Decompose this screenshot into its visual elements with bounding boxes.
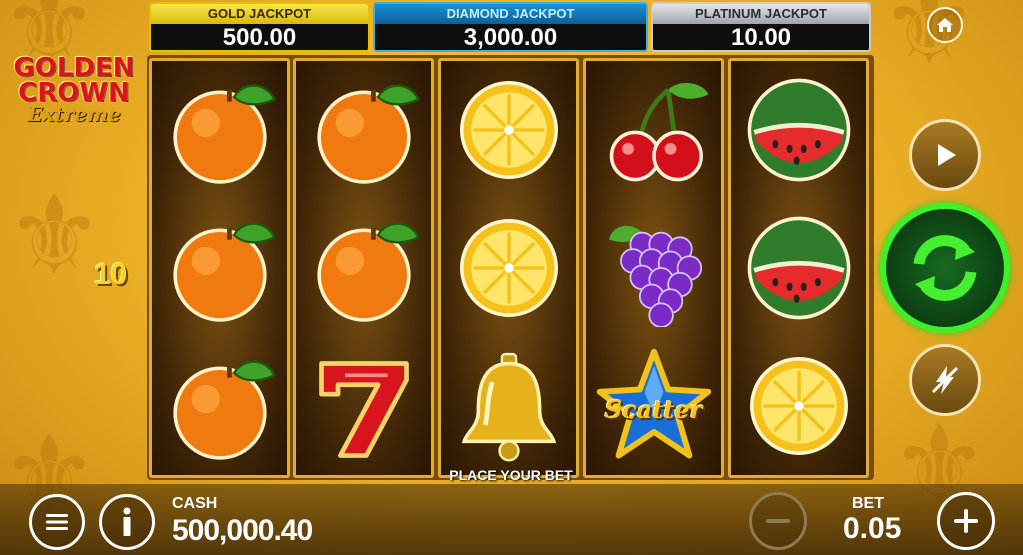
reel-5	[728, 58, 869, 478]
hamburger-icon	[46, 514, 68, 530]
home-icon	[937, 18, 953, 32]
minus-icon	[766, 519, 790, 523]
fleur-de-lis-icon: ⚜	[880, 0, 979, 89]
gold-jackpot: GOLD JACKPOT 500.00	[149, 2, 370, 52]
watermelon-icon	[747, 216, 850, 320]
reel-symbol	[152, 61, 287, 199]
info-icon	[123, 507, 131, 536]
reel-4: Scatter	[583, 58, 724, 478]
diamond-jackpot: DIAMOND JACKPOT 3,000.00	[373, 2, 648, 52]
reel-3	[438, 58, 579, 478]
fleur-de-lis-icon: ⚜	[5, 171, 104, 299]
reel-symbol	[152, 337, 287, 475]
play-icon	[938, 144, 956, 166]
reel-symbol	[296, 199, 431, 337]
lemon-icon	[459, 219, 558, 317]
orange-icon	[316, 222, 420, 322]
cherry-icon	[609, 83, 708, 182]
reel-symbol: Scatter	[586, 337, 721, 475]
scatter-label: Scatter	[604, 395, 703, 424]
bet-value: 0.05	[843, 512, 902, 545]
reel-symbol	[296, 337, 431, 475]
orange-icon	[316, 84, 420, 184]
reel-symbol	[731, 199, 866, 337]
platinum-jackpot-title: PLATINUM JACKPOT	[653, 4, 869, 24]
game-logo: GOLDEN CROWN Extreme	[3, 55, 145, 126]
plus-icon	[954, 509, 978, 533]
lemon-icon	[459, 81, 558, 179]
diamond-jackpot-title: DIAMOND JACKPOT	[375, 4, 646, 24]
orange-icon	[172, 84, 276, 184]
reel-symbol	[441, 199, 576, 337]
reel-symbol	[586, 199, 721, 337]
spin-arrows-icon	[913, 235, 977, 301]
bet-label: BET	[852, 495, 884, 512]
seven-icon	[318, 361, 409, 458]
reel-symbol	[296, 61, 431, 199]
reel-symbol	[441, 337, 576, 475]
reel-symbol	[731, 337, 866, 475]
decrease-bet-button[interactable]	[749, 492, 807, 550]
gold-jackpot-title: GOLD JACKPOT	[151, 4, 368, 24]
grapes-icon	[608, 225, 702, 327]
increase-bet-button[interactable]	[937, 492, 995, 550]
reel-symbol	[731, 61, 866, 199]
orange-icon	[172, 222, 276, 322]
turbo-button[interactable]	[909, 344, 981, 416]
reel-symbol	[152, 199, 287, 337]
menu-button[interactable]	[29, 494, 85, 550]
reel-symbol	[586, 61, 721, 199]
home-button[interactable]	[927, 7, 963, 43]
watermelon-icon	[747, 78, 850, 182]
reel-2	[293, 58, 434, 478]
platinum-jackpot: PLATINUM JACKPOT 10.00	[651, 2, 871, 52]
spin-button[interactable]	[880, 203, 1010, 333]
reel-1	[149, 58, 290, 478]
autoplay-button[interactable]	[909, 119, 981, 191]
bell-icon	[461, 352, 556, 462]
info-button[interactable]	[99, 494, 155, 550]
status-message: PLACE YOUR BET	[449, 467, 573, 483]
gold-jackpot-value: 500.00	[151, 24, 368, 50]
reel-symbol	[441, 61, 576, 199]
cash-value: 500,000.40	[172, 514, 313, 547]
diamond-jackpot-value: 3,000.00	[375, 24, 646, 50]
lemon-icon	[749, 357, 848, 455]
platinum-jackpot-value: 10.00	[653, 24, 869, 50]
paylines-count: 10	[94, 258, 128, 291]
orange-icon	[172, 360, 276, 460]
cash-label: CASH	[172, 495, 218, 512]
lightning-off-icon	[931, 366, 959, 394]
